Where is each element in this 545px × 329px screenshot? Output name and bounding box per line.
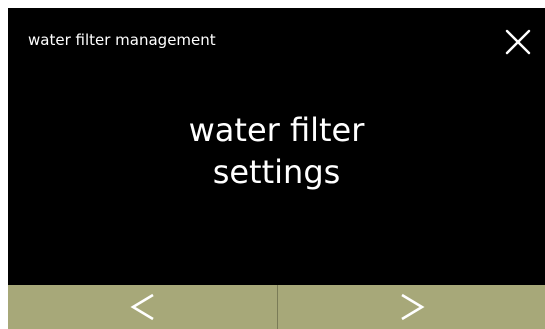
page-title: water filter management xyxy=(28,31,216,49)
settings-heading: water filter settings xyxy=(8,109,545,193)
close-button[interactable] xyxy=(502,26,534,58)
heading-line-1: water filter xyxy=(188,111,365,149)
next-button[interactable] xyxy=(277,285,545,329)
navigation-bar xyxy=(8,285,545,329)
close-icon xyxy=(505,29,531,55)
heading-line-2: settings xyxy=(212,153,341,191)
previous-button[interactable] xyxy=(8,285,277,329)
screen: water filter management water filter set… xyxy=(8,8,545,329)
chevron-left-icon xyxy=(129,293,154,321)
chevron-right-icon xyxy=(400,293,425,321)
